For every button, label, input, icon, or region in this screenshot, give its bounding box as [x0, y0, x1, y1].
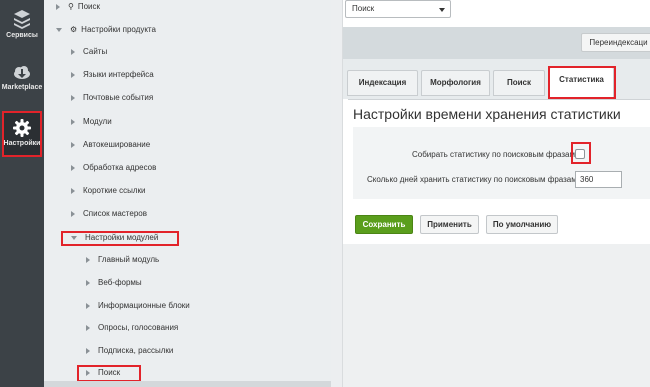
expand-arrow-icon[interactable]: [71, 187, 75, 194]
reindex-button[interactable]: Переиндексаци: [581, 33, 650, 52]
expand-arrow-icon[interactable]: [86, 302, 90, 309]
expand-arrow-icon[interactable]: [86, 369, 90, 376]
tree-item-polls[interactable]: Опросы, голосования: [86, 318, 178, 338]
top-toolbar: Поиск: [343, 0, 650, 27]
rail-item-settings[interactable]: Настройки: [0, 118, 44, 147]
default-button[interactable]: По умолчанию: [486, 215, 558, 234]
search-icon: ⚲: [68, 2, 74, 11]
tab-search[interactable]: Поиск: [493, 70, 545, 96]
expand-arrow-icon[interactable]: [56, 3, 60, 10]
content-footer-area: [343, 244, 650, 387]
tree-item-label: Веб-формы: [98, 278, 142, 287]
days-label: Сколько дней хранить статистику по поиск…: [367, 175, 579, 184]
rail-item-label: Marketplace: [1, 84, 43, 91]
chevron-down-icon: [439, 8, 445, 12]
expand-arrow-icon[interactable]: [71, 118, 75, 125]
tree-item-product-settings[interactable]: ⚙ Настройки продукта: [56, 20, 156, 40]
tree-item-label: Настройки модулей: [85, 233, 159, 242]
expand-arrow-icon[interactable]: [71, 210, 75, 217]
days-input[interactable]: 360: [575, 171, 622, 188]
expand-arrow-icon[interactable]: [71, 94, 75, 101]
tree-item-label: Модули: [83, 117, 112, 126]
tree-item-label: Сайты: [83, 47, 108, 56]
tree-item-label: Список мастеров: [83, 209, 147, 218]
checkbox-highlight: [571, 142, 591, 164]
tree-item-iblocks[interactable]: Информационные блоки: [86, 296, 190, 316]
collapse-arrow-icon[interactable]: [71, 235, 77, 240]
module-select-value: Поиск: [352, 4, 375, 13]
layers-icon: [14, 10, 30, 29]
tree-item-label: Поиск: [77, 2, 101, 11]
tree-item-label: Главный модуль: [98, 255, 160, 264]
tree-item-label: Настройки продукта: [81, 25, 156, 34]
tree-item-label: Языки интерфейса: [83, 70, 154, 79]
tree-item-label: Обработка адресов: [83, 163, 157, 172]
expand-arrow-icon[interactable]: [86, 324, 90, 331]
rail-item-services[interactable]: Сервисы: [0, 8, 44, 39]
settings-tree: ⚲ Поиск ⚙ Настройки продукта Сайты Языки и…: [44, 0, 331, 387]
tree-item-wizards[interactable]: Список мастеров: [71, 204, 147, 224]
tree-item-autocache[interactable]: Автокеширование: [71, 135, 150, 155]
tree-item-label: Опросы, голосования: [98, 323, 179, 332]
expand-arrow-icon[interactable]: [71, 71, 75, 78]
tree-item-main-module[interactable]: Главный модуль: [86, 250, 159, 270]
collapse-arrow-icon[interactable]: [56, 27, 62, 32]
expand-arrow-icon[interactable]: [86, 256, 90, 263]
tree-item-modules[interactable]: Модули: [71, 112, 112, 132]
cloud-download-icon: [14, 66, 30, 79]
expand-arrow-icon[interactable]: [86, 279, 90, 286]
tab-indexing[interactable]: Индексация: [347, 70, 418, 96]
tree-item-search-module[interactable]: Поиск: [86, 363, 120, 383]
gear-icon: ⚙: [70, 25, 78, 34]
panel-splitter[interactable]: [331, 0, 343, 387]
tree-item-search-root[interactable]: ⚲ Поиск: [56, 0, 100, 17]
tree-item-module-settings[interactable]: Настройки модулей: [71, 228, 158, 248]
expand-arrow-icon[interactable]: [71, 141, 75, 148]
tree-item-label: Почтовые события: [83, 93, 154, 102]
rail-item-label: Сервисы: [6, 32, 38, 39]
tab-morphology[interactable]: Морфология: [421, 70, 490, 96]
tree-item-subscriptions[interactable]: Подписка, рассылки: [86, 341, 173, 361]
collect-stats-label: Собирать статистику по поисковым фразам:: [412, 150, 578, 159]
expand-arrow-icon[interactable]: [86, 347, 90, 354]
rail-item-label: Настройки: [3, 140, 41, 147]
rail-item-marketplace[interactable]: Marketplace: [0, 64, 44, 91]
tree-item-label: Короткие ссылки: [83, 186, 146, 195]
tree-item-label: Поиск: [98, 368, 121, 377]
tree-item-web-forms[interactable]: Веб-формы: [86, 273, 142, 293]
tree-item-short-links[interactable]: Короткие ссылки: [71, 181, 146, 201]
left-rail: Сервисы Marketplace Настройки: [0, 0, 44, 387]
expand-arrow-icon[interactable]: [71, 48, 75, 55]
tree-item-label: Подписка, рассылки: [98, 346, 174, 355]
settings-form: [353, 127, 650, 199]
tree-item-label: Информационные блоки: [98, 301, 190, 310]
tree-scroll-edge: [44, 381, 331, 387]
tree-item-address-processing[interactable]: Обработка адресов: [71, 158, 156, 178]
module-select[interactable]: Поиск: [345, 0, 451, 18]
save-button[interactable]: Сохранить: [355, 215, 413, 234]
apply-button[interactable]: Применить: [420, 215, 479, 234]
gear-icon: [13, 119, 31, 137]
tree-item-label: Автокеширование: [83, 140, 151, 149]
tree-item-languages[interactable]: Языки интерфейса: [71, 65, 154, 85]
tree-item-mail-events[interactable]: Почтовые события: [71, 88, 153, 108]
expand-arrow-icon[interactable]: [71, 164, 75, 171]
panel-title: Настройки времени хранения статистики: [353, 106, 621, 122]
tree-item-sites[interactable]: Сайты: [71, 42, 107, 62]
statistics-tab-highlight: [548, 66, 616, 99]
